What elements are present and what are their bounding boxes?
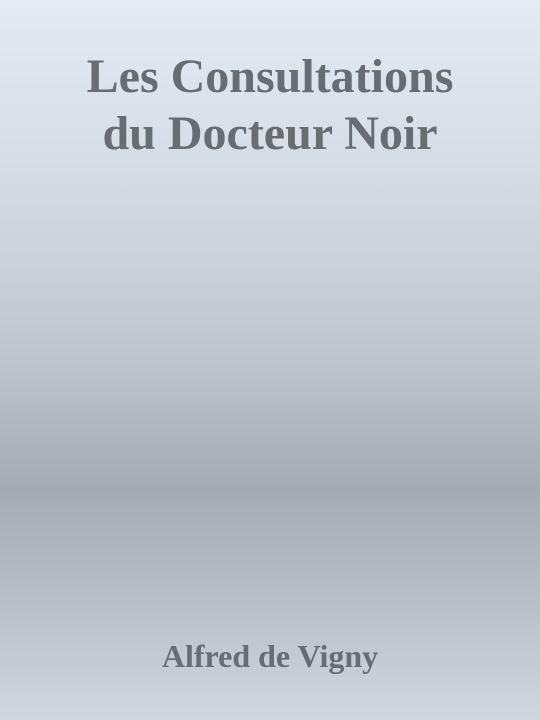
book-author: Alfred de Vigny xyxy=(161,638,379,674)
book-cover: Les Consultations du Docteur Noir Alfred… xyxy=(0,0,540,720)
book-title-line-1: Les Consultations xyxy=(86,50,454,103)
book-title-line-2: du Docteur Noir xyxy=(102,107,438,160)
book-title: Les Consultations du Docteur Noir xyxy=(0,48,540,162)
